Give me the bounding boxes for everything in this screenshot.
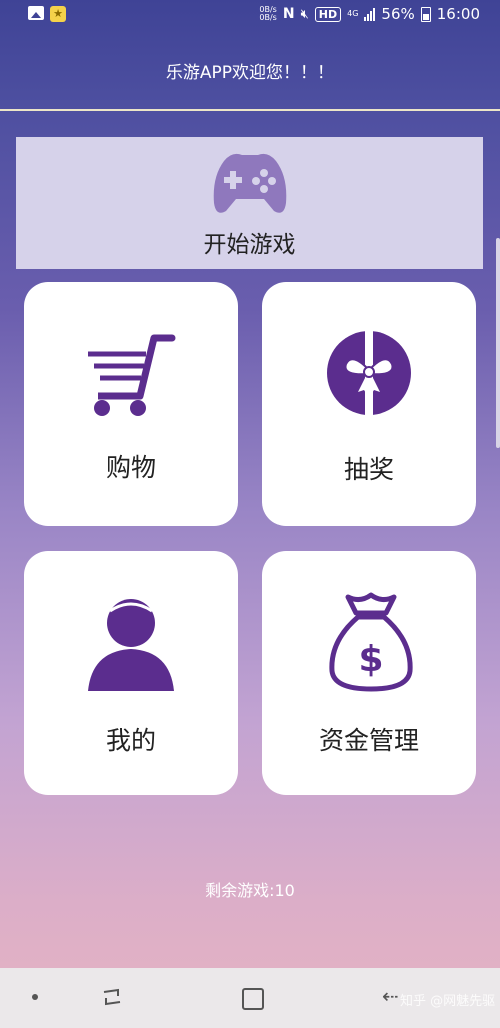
network-type: 4G — [347, 9, 359, 18]
start-game-button[interactable]: 开始游戏 — [16, 137, 483, 269]
star-notification-icon: ★ — [50, 6, 66, 22]
battery-icon — [420, 6, 431, 22]
recent-apps-icon[interactable] — [100, 986, 124, 1008]
watermark: 知乎 @网魅先驱 — [400, 994, 496, 1009]
user-icon — [88, 599, 174, 691]
gift-icon — [327, 331, 411, 415]
nfc-icon: N — [282, 6, 295, 22]
header-divider — [0, 109, 500, 111]
mute-icon: 🔇︎ — [300, 6, 309, 22]
status-bar: ★ 0B/s 0B/s N 🔇︎ HD 4G 56% 16:00 — [0, 0, 500, 30]
dot-icon[interactable] — [32, 994, 38, 1000]
money-bag-icon: $ — [329, 592, 413, 692]
clock: 16:00 — [436, 5, 480, 23]
page-title: 乐游APP欢迎您！！！ — [165, 63, 335, 83]
lottery-card[interactable]: 抽奖 — [262, 282, 476, 526]
image-notification-icon — [28, 6, 44, 20]
funds-card[interactable]: $ 资金管理 — [262, 551, 476, 795]
navigation-bar: ⇠ 知乎 @网魅先驱 — [0, 968, 500, 1028]
home-button[interactable] — [242, 988, 264, 1010]
lottery-label: 抽奖 — [343, 455, 394, 484]
signal-icon — [364, 7, 376, 21]
net-speed-down: 0B/s — [259, 13, 277, 22]
shopping-label: 购物 — [105, 453, 156, 482]
svg-text:$: $ — [358, 639, 383, 680]
shopping-cart-icon — [88, 334, 176, 416]
remaining-games: 剩余游戏:10 — [205, 881, 295, 900]
back-icon[interactable]: ⇠ — [382, 984, 399, 1008]
battery-percent: 56% — [381, 5, 415, 23]
shopping-card[interactable]: 购物 — [24, 282, 238, 526]
gamepad-icon — [213, 153, 287, 213]
start-game-label: 开始游戏 — [203, 232, 296, 258]
profile-label: 我的 — [105, 726, 156, 755]
scroll-indicator[interactable] — [496, 238, 500, 448]
net-speed: 0B/s 0B/s — [259, 6, 276, 22]
hd-badge: HD — [314, 6, 342, 22]
profile-card[interactable]: 我的 — [24, 551, 238, 795]
funds-label: 资金管理 — [318, 726, 419, 755]
